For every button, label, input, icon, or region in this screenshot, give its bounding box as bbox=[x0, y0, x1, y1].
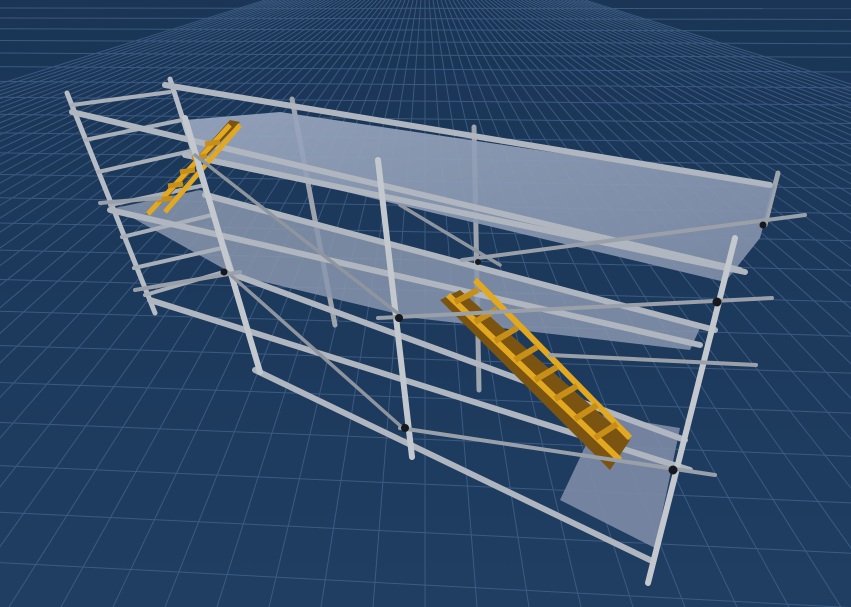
3d-viewport[interactable] bbox=[0, 0, 851, 607]
grid-line bbox=[0, 7, 851, 10]
